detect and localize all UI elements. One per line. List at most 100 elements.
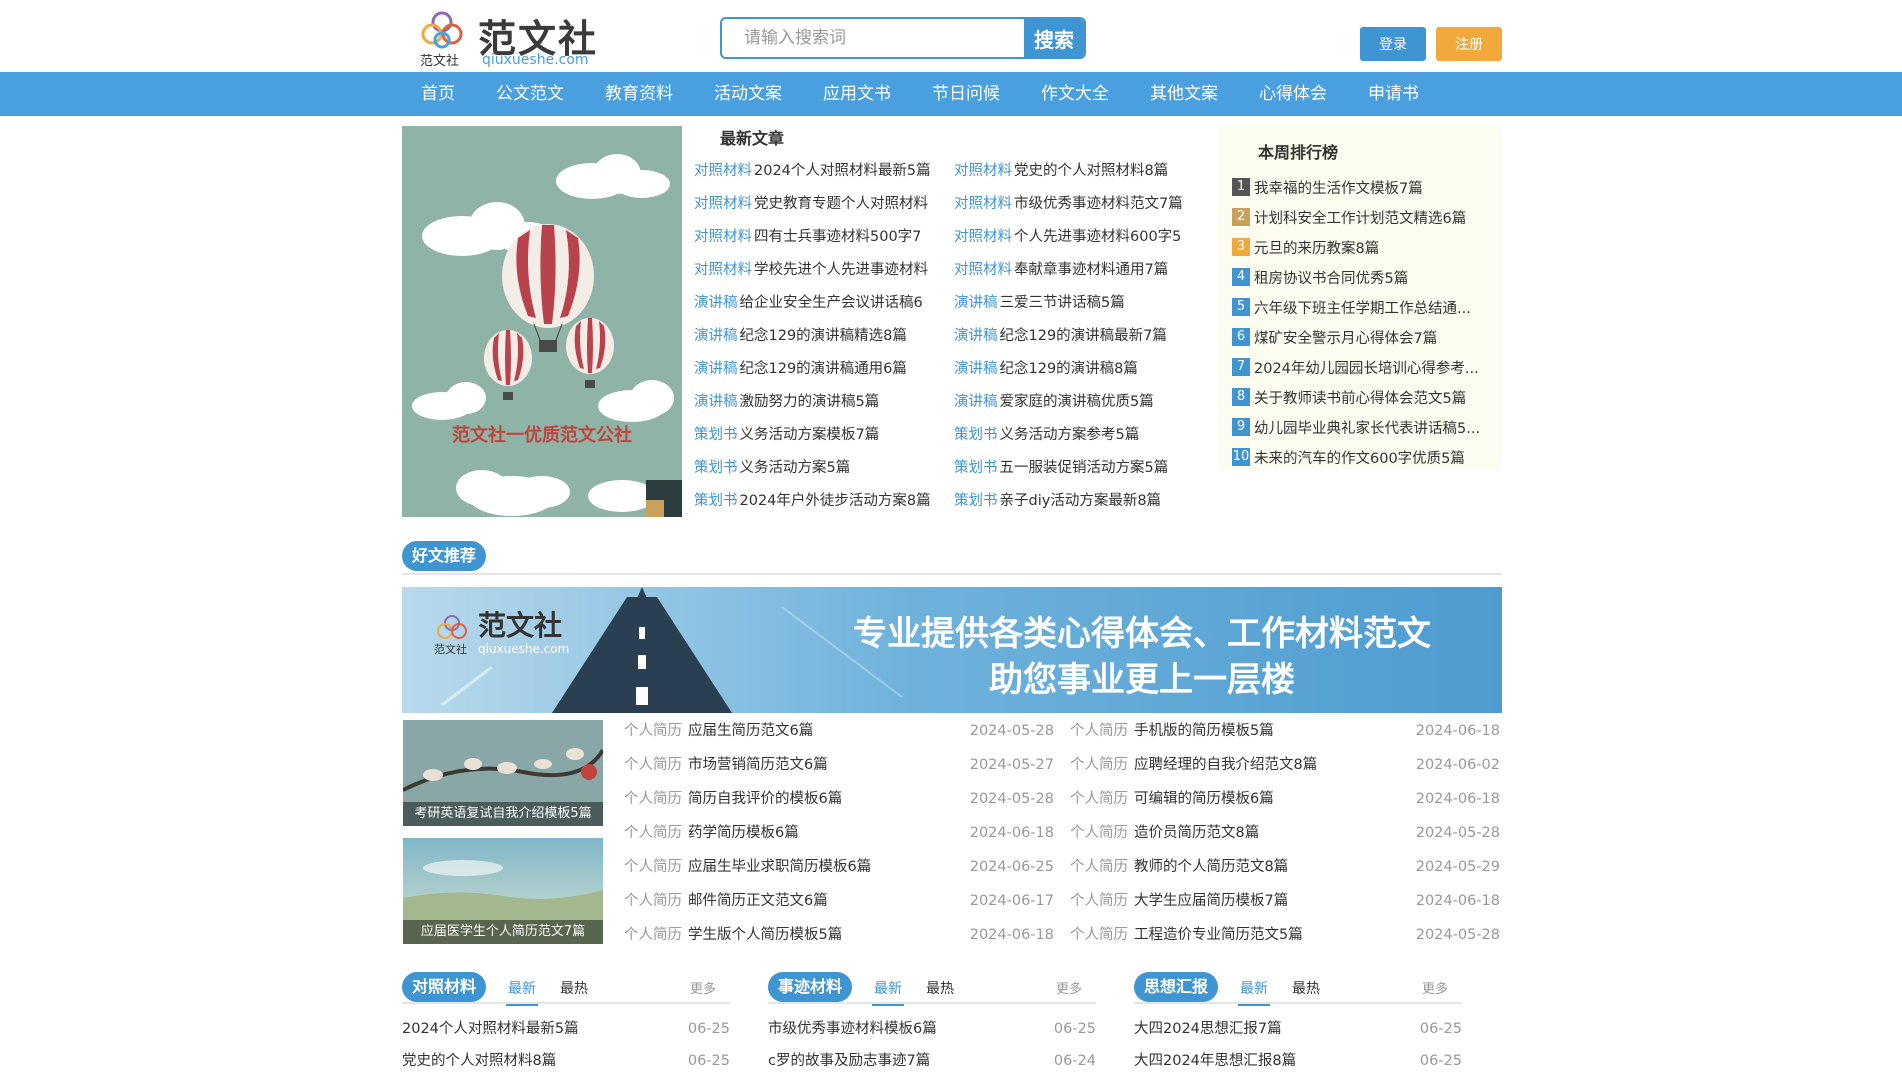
ranking-item-title: 我幸福的生活作文模板7篇 <box>1254 180 1423 197</box>
panel-list-item[interactable]: c罗的故事及励志事迹7篇 06-24 <box>768 1048 1096 1080</box>
ranking-item[interactable]: 2 计划科安全工作计划范文精选6篇 <box>1232 202 1502 232</box>
latest-article-item[interactable]: 演讲稿 三爱三节讲话稿5篇 <box>954 292 1194 325</box>
latest-article-item[interactable]: 对照材料 2024个人对照材料最新5篇 <box>694 160 954 193</box>
recommend-list-item[interactable]: 个人简历 教师的个人简历范文8篇 2024-05-29 <box>1070 854 1500 888</box>
tab-newest[interactable]: 最新 <box>872 978 904 1006</box>
latest-article-item[interactable]: 对照材料 党史的个人对照材料8篇 <box>954 160 1194 193</box>
recommend-item-category: 个人简历 <box>624 791 682 807</box>
recommend-item-date: 2024-05-28 <box>969 723 1054 739</box>
ranking-item[interactable]: 4 租房协议书合同优秀5篇 <box>1232 262 1502 292</box>
recommend-list-item[interactable]: 个人简历 应聘经理的自我介绍范文8篇 2024-06-02 <box>1070 752 1500 786</box>
nav-item-education[interactable]: 教育资料 <box>586 72 692 116</box>
latest-article-item[interactable]: 演讲稿 爱家庭的演讲稿优质5篇 <box>954 391 1194 424</box>
ranking-item[interactable]: 3 元旦的来历教案8篇 <box>1232 232 1502 262</box>
recommend-list-item[interactable]: 个人简历 大学生应届简历模板7篇 2024-06-18 <box>1070 888 1500 922</box>
latest-article-item[interactable]: 策划书 义务活动方案模板7篇 <box>694 424 954 457</box>
latest-article-item[interactable]: 对照材料 市级优秀事迹材料范文7篇 <box>954 193 1194 226</box>
ranking-item[interactable]: 10 未来的汽车的作文600字优质5篇 <box>1232 442 1502 472</box>
ranking-item[interactable]: 6 煤矿安全警示月心得体会7篇 <box>1232 322 1502 352</box>
more-link[interactable]: 更多 <box>1422 978 1448 997</box>
recommend-item-title: 应届生毕业求职简历模板6篇 <box>688 859 872 875</box>
search-button[interactable]: 搜索 <box>1024 19 1084 57</box>
latest-article-item[interactable]: 演讲稿 纪念129的演讲稿通用6篇 <box>694 358 954 391</box>
ranking-item[interactable]: 8 关于教师读书前心得体会范文5篇 <box>1232 382 1502 412</box>
tab-hottest[interactable]: 最热 <box>926 978 954 998</box>
site-header: 范文社 范文社 qiuxueshe.com 搜索 登录 注册 <box>0 0 1902 72</box>
latest-article-item[interactable]: 演讲稿 激励努力的演讲稿5篇 <box>694 391 954 424</box>
nav-item-applied-docs[interactable]: 应用文书 <box>804 72 910 116</box>
ranking-item[interactable]: 5 六年级下班主任学期工作总结通... <box>1232 292 1502 322</box>
latest-article-category: 演讲稿 <box>694 328 738 344</box>
ranking-item[interactable]: 9 幼儿园毕业典礼家长代表讲话稿5... <box>1232 412 1502 442</box>
nav-item-activity-copy[interactable]: 活动文案 <box>695 72 801 116</box>
panel-list-item[interactable]: 2024个人对照材料最新5篇 06-25 <box>402 1016 730 1048</box>
more-link[interactable]: 更多 <box>1056 978 1082 997</box>
nav-item-essays[interactable]: 作文大全 <box>1022 72 1128 116</box>
recommend-list-item[interactable]: 个人简历 邮件简历正文范文6篇 2024-06-17 <box>624 888 1054 922</box>
latest-article-item[interactable]: 演讲稿 纪念129的演讲稿精选8篇 <box>694 325 954 358</box>
latest-article-title: 2024个人对照材料最新5篇 <box>754 163 931 179</box>
latest-article-item[interactable]: 策划书 五一服装促销活动方案5篇 <box>954 457 1194 490</box>
latest-article-item[interactable]: 策划书 义务活动方案5篇 <box>694 457 954 490</box>
nav-item-other-copy[interactable]: 其他文案 <box>1131 72 1237 116</box>
panel-list-item[interactable]: 党史的个人对照材料8篇 06-25 <box>402 1048 730 1080</box>
latest-article-item[interactable]: 演讲稿 纪念129的演讲稿最新7篇 <box>954 325 1194 358</box>
latest-article-item[interactable]: 对照材料 党史教育专题个人对照材料 <box>694 193 954 226</box>
latest-article-item[interactable]: 策划书 义务活动方案参考5篇 <box>954 424 1194 457</box>
recommend-list-item[interactable]: 个人简历 可编辑的简历模板6篇 2024-06-18 <box>1070 786 1500 820</box>
recommend-list-item[interactable]: 个人简历 学生版个人简历模板5篇 2024-06-18 <box>624 922 1054 956</box>
latest-article-item[interactable]: 策划书 2024年户外徒步活动方案8篇 <box>694 490 954 523</box>
site-logo[interactable]: 范文社 范文社 qiuxueshe.com <box>418 8 598 69</box>
panel-item-title: 党史的个人对照材料8篇 <box>402 1053 557 1069</box>
ranking-item[interactable]: 7 2024年幼儿园园长培训心得参考... <box>1232 352 1502 382</box>
latest-article-item[interactable]: 对照材料 四有士兵事迹材料500字7 <box>694 226 954 259</box>
hero-caption: 范文社一优质范文公社 <box>452 424 632 446</box>
recommend-list-item[interactable]: 个人简历 应届生简历范文6篇 2024-05-28 <box>624 718 1054 752</box>
nav-item-applications[interactable]: 申请书 <box>1349 72 1438 116</box>
latest-article-item[interactable]: 策划书 亲子diy活动方案最新8篇 <box>954 490 1194 523</box>
nav-item-official-docs[interactable]: 公文范文 <box>477 72 583 116</box>
promo-banner[interactable]: 范文社 范文社 qiuxueshe.com 专业提供各类心得体会、工作材料范文 … <box>402 587 1502 713</box>
latest-article-category: 对照材料 <box>954 262 1012 278</box>
recommend-item-date: 2024-05-28 <box>1415 825 1500 841</box>
hero-image[interactable]: 范文社一优质范文公社 <box>402 126 682 517</box>
recommend-item-category: 个人简历 <box>1070 859 1128 875</box>
tab-hottest[interactable]: 最热 <box>1292 978 1320 998</box>
recommend-list-item[interactable]: 个人简历 手机版的简历模板5篇 2024-06-18 <box>1070 718 1500 752</box>
nav-item-home[interactable]: 首页 <box>402 72 474 116</box>
recommend-list-item[interactable]: 个人简历 市场营销简历范文6篇 2024-05-27 <box>624 752 1054 786</box>
nav-item-holiday-greetings[interactable]: 节日问候 <box>913 72 1019 116</box>
nav-item-reflections[interactable]: 心得体会 <box>1240 72 1346 116</box>
more-link[interactable]: 更多 <box>690 978 716 997</box>
latest-article-item[interactable]: 演讲稿 纪念129的演讲稿8篇 <box>954 358 1194 391</box>
recommend-list-item[interactable]: 个人简历 简历自我评价的模板6篇 2024-05-28 <box>624 786 1054 820</box>
rank-number-badge: 10 <box>1232 448 1250 466</box>
panel-list-item[interactable]: 大四2024年思想汇报8篇 06-25 <box>1134 1048 1462 1080</box>
tab-hottest[interactable]: 最热 <box>560 978 588 998</box>
recommend-list-item[interactable]: 个人简历 造价员简历范文8篇 2024-05-28 <box>1070 820 1500 854</box>
search-input[interactable] <box>722 19 1024 57</box>
recommend-thumb-2[interactable]: 应届医学生个人简历范文7篇 <box>403 838 603 944</box>
panel-list: 2024个人对照材料最新5篇 06-25 党史的个人对照材料8篇 06-25 <box>402 1016 730 1080</box>
ranking-item[interactable]: 1 我幸福的生活作文模板7篇 <box>1232 172 1502 202</box>
recommend-item-category: 个人简历 <box>624 859 682 875</box>
recommend-thumb-1[interactable]: 考研英语复试自我介绍模板5篇 <box>403 720 603 826</box>
recommend-item-title: 大学生应届简历模板7篇 <box>1134 893 1289 909</box>
latest-article-item[interactable]: 对照材料 奉献章事迹材料通用7篇 <box>954 259 1194 292</box>
recommend-list-item[interactable]: 个人简历 应届生毕业求职简历模板6篇 2024-06-25 <box>624 854 1054 888</box>
panel-list-item[interactable]: 市级优秀事迹材料模板6篇 06-25 <box>768 1016 1096 1048</box>
latest-article-item[interactable]: 演讲稿 给企业安全生产会议讲话稿6 <box>694 292 954 325</box>
login-button[interactable]: 登录 <box>1360 27 1426 61</box>
panel-list-item[interactable]: 大四2024思想汇报7篇 06-25 <box>1134 1016 1462 1048</box>
recommend-list-item[interactable]: 个人简历 工程造价专业简历范文5篇 2024-05-28 <box>1070 922 1500 956</box>
recommend-list-item[interactable]: 个人简历 药学简历模板6篇 2024-06-18 <box>624 820 1054 854</box>
recommend-item-category: 个人简历 <box>624 825 682 841</box>
recommend-item-category: 个人简历 <box>1070 893 1128 909</box>
register-button[interactable]: 注册 <box>1436 27 1502 61</box>
tab-newest[interactable]: 最新 <box>506 978 538 1006</box>
ranking-item-title: 关于教师读书前心得体会范文5篇 <box>1254 390 1467 407</box>
latest-article-item[interactable]: 对照材料 学校先进个人先进事迹材料 <box>694 259 954 292</box>
latest-article-item[interactable]: 对照材料 个人先进事迹材料600字5 <box>954 226 1194 259</box>
tab-newest[interactable]: 最新 <box>1238 978 1270 1006</box>
latest-article-title: 义务活动方案参考5篇 <box>999 427 1140 443</box>
